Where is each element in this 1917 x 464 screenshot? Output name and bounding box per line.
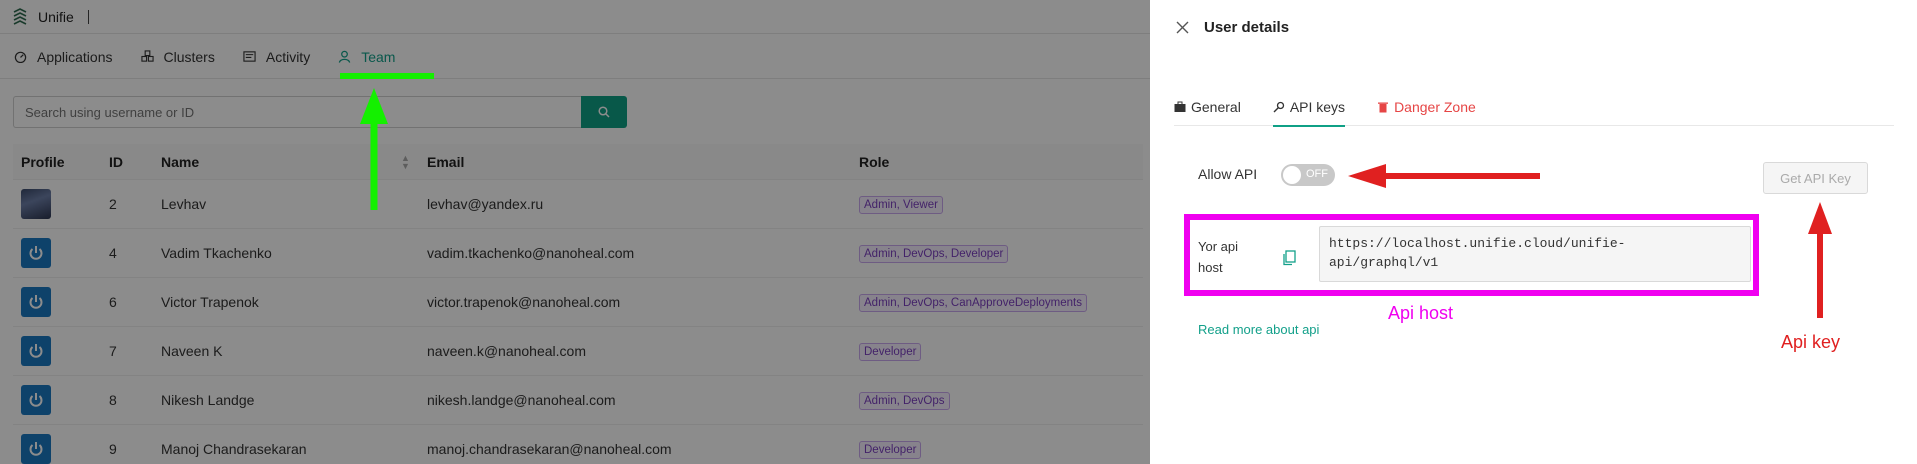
api-host-line2: api/graphql/v1	[1329, 255, 1439, 270]
api-host-highlight-box: Yor api host https://localhost.unifie.cl…	[1184, 214, 1759, 296]
toggle-knob	[1283, 166, 1301, 184]
drawer-mask[interactable]	[0, 0, 1150, 464]
tab-api-keys[interactable]: API keys	[1272, 88, 1346, 127]
drawer-tabs: General API keys Danger Zone	[1174, 88, 1894, 127]
tab-label: API keys	[1289, 99, 1346, 115]
drawer-title: User details	[1204, 18, 1290, 36]
api-host-field[interactable]: https://localhost.unifie.cloud/unifie- a…	[1319, 226, 1751, 282]
api-host-label-line2: host	[1198, 260, 1223, 275]
tab-danger-zone[interactable]: Danger Zone	[1377, 88, 1476, 126]
tab-label: Danger Zone	[1394, 99, 1476, 115]
trash-icon	[1378, 102, 1389, 113]
user-details-drawer: User details General API keys Danger Zon…	[1150, 0, 1917, 464]
tab-label: General	[1191, 99, 1241, 115]
allow-api-toggle[interactable]: OFF	[1281, 164, 1335, 186]
toggle-state: OFF	[1306, 168, 1328, 180]
red-arrow-up-annotation	[1808, 202, 1832, 318]
tab-general[interactable]: General	[1174, 88, 1241, 126]
api-key-annotation: Api key	[1781, 332, 1841, 352]
key-icon	[1273, 101, 1284, 113]
read-more-link[interactable]: Read more about api	[1198, 322, 1319, 337]
drawer-header: User details	[1150, 0, 1917, 54]
close-icon	[1176, 21, 1188, 33]
green-arrow-annotation	[360, 88, 388, 210]
briefcase-icon	[1174, 101, 1186, 112]
api-host-label-line1: Yor api	[1198, 239, 1238, 254]
api-host-label: Yor api host	[1198, 236, 1238, 278]
api-host-annotation: Api host	[1388, 303, 1454, 323]
close-button[interactable]	[1174, 19, 1190, 35]
get-api-key-button[interactable]: Get API Key	[1763, 162, 1868, 194]
allow-api-label: Allow API	[1198, 166, 1258, 182]
team-highlight-annotation	[340, 73, 434, 79]
red-arrow-left-annotation	[1348, 164, 1540, 188]
copy-icon[interactable]	[1282, 250, 1296, 266]
api-host-line1: https://localhost.unifie.cloud/unifie-	[1329, 236, 1626, 251]
